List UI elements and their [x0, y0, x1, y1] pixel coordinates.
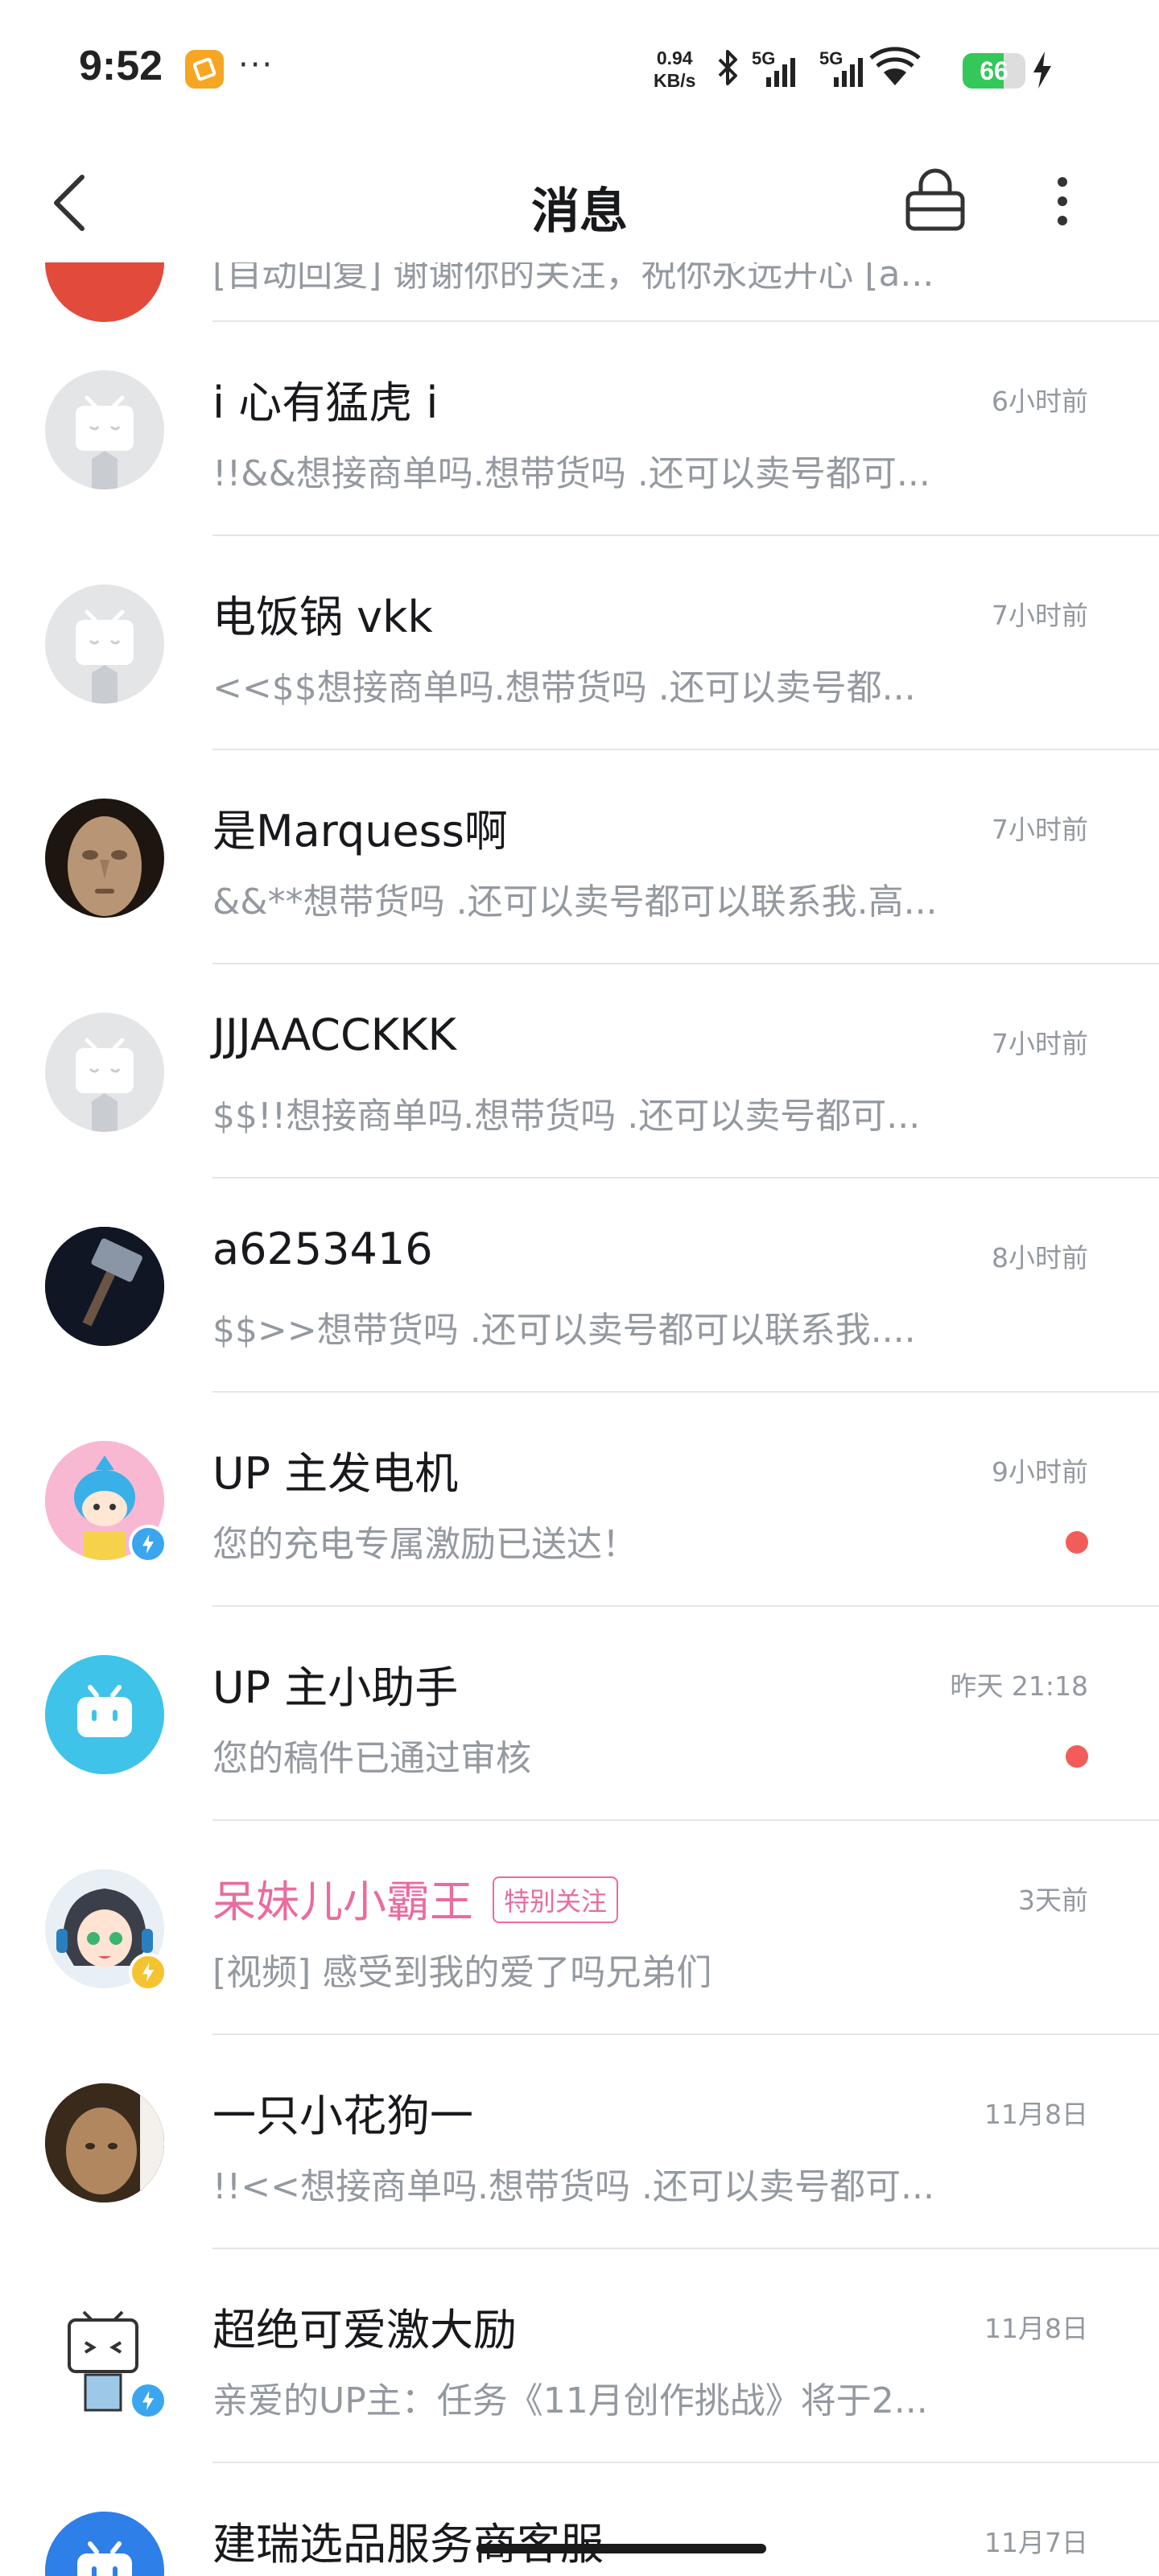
- verified-badge-icon: [129, 1525, 167, 1563]
- message-preview: 亲爱的UP主：任务《11月创作挑战》将于2...: [212, 2380, 928, 2421]
- signal-icons: 5G 5G: [718, 47, 921, 87]
- unread-dot: [1066, 1745, 1088, 1768]
- list-item-partial[interactable]: [自动回复] 谢谢你的关注，祝你永远开心 [a...: [0, 262, 1159, 322]
- contact-name: 超绝可爱激大励: [212, 2305, 517, 2355]
- default-avatar-icon: [76, 395, 134, 489]
- contact-name: 建瑞选品服务商客服: [212, 2519, 604, 2570]
- list-item[interactable]: 建瑞选品服务商客服 11月7日: [0, 2463, 1159, 2576]
- avatar: [45, 799, 164, 918]
- basket-icon: [905, 168, 965, 231]
- default-avatar-icon: [76, 609, 134, 704]
- network-speed-unit: KB/s: [654, 70, 696, 91]
- top-nav-bar: 消息: [0, 142, 1159, 262]
- message-preview: $$!!想接商单吗.想带货吗 .还可以卖号都可...: [212, 1096, 921, 1137]
- message-preview: $$>>想带货吗 .还可以卖号都可以联系我....: [212, 1310, 916, 1351]
- message-preview: [自动回复] 谢谢你的关注，祝你永远开心 [a...: [212, 262, 934, 295]
- message-time: 11月7日: [984, 2527, 1088, 2558]
- list-item[interactable]: 超绝可爱激大励 11月8日 亲爱的UP主：任务《11月创作挑战》将于2...: [0, 2249, 1159, 2463]
- app-notification-icon: [185, 50, 224, 89]
- avatar: [45, 370, 164, 489]
- network-speed-value: 0.94: [656, 47, 693, 68]
- contact-name: a6253416: [212, 1224, 433, 1274]
- message-time: 6小时前: [992, 386, 1088, 417]
- shop-button[interactable]: [900, 166, 971, 237]
- avatar: [45, 1013, 164, 1132]
- contact-name: 一只小花狗一: [212, 2091, 473, 2141]
- charging-icon: [1033, 52, 1051, 89]
- more-options-button[interactable]: [1038, 166, 1087, 237]
- network-speed: 0.94 KB/s: [654, 47, 695, 92]
- message-preview: <<$$想接商单吗.想带货吗 .还可以卖号都...: [212, 667, 916, 708]
- message-time: 7小时前: [992, 600, 1088, 631]
- list-item[interactable]: JJJAACCKKK 7小时前 $$!!想接商单吗.想带货吗 .还可以卖号都可.…: [0, 964, 1159, 1179]
- home-indicator[interactable]: [476, 2544, 766, 2553]
- verified-badge-icon: [129, 1953, 167, 1992]
- list-item[interactable]: 一只小花狗一 11月8日 !!<<想接商单吗.想带货吗 .还可以卖号都可...: [0, 2035, 1159, 2249]
- message-time: 7小时前: [992, 1028, 1088, 1059]
- message-preview: [视频] 感受到我的爱了吗兄弟们: [212, 1952, 712, 1993]
- message-time: 3天前: [1018, 1885, 1088, 1916]
- avatar: [45, 2512, 164, 2576]
- list-item[interactable]: i 心有猛虎 i 6小时前 !!&&想接商单吗.想带货吗 .还可以卖号都可...: [0, 322, 1159, 536]
- status-time: 9:52: [79, 43, 163, 89]
- avatar: [45, 1869, 167, 1992]
- special-follow-tag: 特别关注: [493, 1876, 619, 1924]
- message-time: 11月8日: [984, 2313, 1088, 2344]
- more-vertical-icon: [1058, 177, 1067, 225]
- avatar: [45, 1441, 167, 1563]
- message-preview: !!<<想接商单吗.想带货吗 .还可以卖号都可...: [212, 2166, 934, 2207]
- list-item[interactable]: a6253416 8小时前 $$>>想带货吗 .还可以卖号都可以联系我....: [0, 1179, 1159, 1393]
- list-item[interactable]: 是Marquess啊 7小时前 &&**想带货吗 .还可以卖号都可以联系我.高.…: [0, 750, 1159, 964]
- status-icons: 5G 5G: [716, 47, 958, 98]
- contact-name: UP 主小助手: [212, 1662, 459, 1713]
- contact-name-text: 呆妹儿小霸王: [212, 1876, 473, 1927]
- avatar: [45, 262, 164, 322]
- unread-dot: [1066, 1531, 1088, 1554]
- statue-face-avatar: [68, 816, 142, 916]
- message-preview: &&**想带货吗 .还可以卖号都可以联系我.高...: [212, 881, 938, 923]
- more-notifications-icon: ···: [238, 47, 274, 84]
- battery-level: 66: [980, 56, 1008, 85]
- battery-icon: 66: [963, 53, 1025, 89]
- contact-name: 呆妹儿小霸王 特别关注: [212, 1866, 619, 1930]
- list-item[interactable]: UP 主发电机 9小时前 您的充电专属激励已送达！: [0, 1393, 1159, 1607]
- list-item[interactable]: 呆妹儿小霸王 特别关注 3天前 [视频] 感受到我的爱了吗兄弟们: [0, 1821, 1159, 2035]
- list-item[interactable]: 电饭锅 vkk 7小时前 <<$$想接商单吗.想带货吗 .还可以卖号都...: [0, 536, 1159, 750]
- status-bar: 9:52 ··· 0.94 KB/s 5G 5G 66: [0, 0, 1159, 142]
- message-time: 8小时前: [992, 1242, 1088, 1274]
- message-time: 7小时前: [992, 814, 1088, 845]
- network-type-1: 5G: [752, 48, 775, 68]
- contact-name: UP 主发电机: [212, 1448, 459, 1499]
- default-avatar-icon: [76, 1038, 134, 1132]
- avatar: [45, 1227, 164, 1346]
- contact-name: 电饭锅 vkk: [212, 592, 433, 642]
- avatar: [45, 2083, 164, 2202]
- contact-name: JJJAACCKKK: [212, 1009, 456, 1060]
- message-time: 11月8日: [984, 2099, 1088, 2130]
- photo-avatar: [45, 2083, 164, 2202]
- bilibili-tv-icon: [45, 1655, 164, 1774]
- message-time: 9小时前: [992, 1456, 1088, 1488]
- hammer-avatar: [45, 1227, 164, 1346]
- verified-badge-icon: [129, 2381, 167, 2420]
- network-type-2: 5G: [819, 48, 843, 68]
- contact-name: i 心有猛虎 i: [212, 378, 439, 428]
- bilibili-tv-icon: [45, 2512, 164, 2576]
- avatar: [45, 1655, 164, 1774]
- contact-name: 是Marquess啊: [212, 806, 508, 857]
- list-item[interactable]: UP 主小助手 昨天 21:18 您的稿件已通过审核: [0, 1607, 1159, 1821]
- avatar: [45, 584, 164, 704]
- message-preview: 您的稿件已通过审核: [212, 1738, 531, 1779]
- message-time: 昨天 21:18: [950, 1670, 1088, 1702]
- message-preview: !!&&想接商单吗.想带货吗 .还可以卖号都可...: [212, 453, 930, 494]
- page-title: 消息: [531, 184, 628, 240]
- avatar: [45, 2297, 167, 2420]
- message-preview: 您的充电专属激励已送达！: [212, 1524, 637, 1565]
